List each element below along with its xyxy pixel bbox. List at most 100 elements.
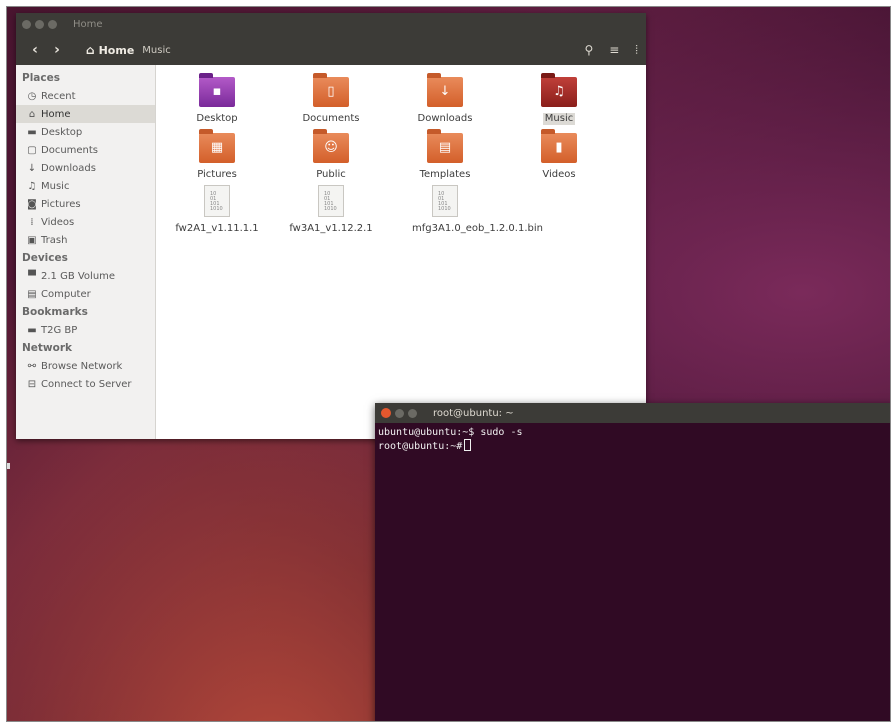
sidebar-header-bookmarks: Bookmarks <box>22 306 88 318</box>
file-item-documents[interactable]: ▯ Documents <box>276 73 386 125</box>
sidebar-item-label: Trash <box>41 234 68 246</box>
terminal-prompt: root@ubuntu:~# <box>378 441 463 452</box>
close-button[interactable] <box>22 19 31 29</box>
sidebar-header-network: Network <box>22 342 73 354</box>
desktop-background: Home ‹ › ⌂ Home Music ⚲ ≡ ⦙ Places ◷ Rece… <box>6 6 891 722</box>
maximize-button[interactable] <box>408 408 417 418</box>
terminal-titlebar[interactable]: root@ubuntu: ~ <box>375 403 890 423</box>
sidebar-item-browse-network[interactable]: ⚯ Browse Network <box>16 357 155 375</box>
sidebar-item-label: Downloads <box>41 162 96 174</box>
folder-icon: ☺ <box>313 129 349 163</box>
terminal-window[interactable]: root@ubuntu: ~ ubuntu@ubuntu:~$ sudo -s … <box>375 403 890 721</box>
window-title: Home <box>73 18 103 30</box>
file-name: fw3A1_v1.12.2.1 <box>289 223 373 234</box>
sidebar-item-label: Computer <box>41 288 91 300</box>
file-name: fw2A1_v1.11.1.1 <box>175 223 259 234</box>
sidebar-item-label: Recent <box>41 90 76 102</box>
server-icon: ⊟ <box>27 378 37 390</box>
file-name: Music <box>542 113 576 125</box>
file-name: Videos <box>542 169 576 180</box>
file-name: Templates <box>419 169 471 180</box>
sidebar-item-volume[interactable]: ▀ 2.1 GB Volume <box>16 267 155 285</box>
sidebar-item-home[interactable]: ⌂ Home <box>16 105 155 123</box>
clock-icon: ◷ <box>27 90 37 102</box>
file-name: Public <box>316 169 346 180</box>
file-manager-titlebar[interactable]: Home <box>16 13 646 35</box>
close-button[interactable] <box>381 408 391 418</box>
file-name: Downloads <box>417 113 473 124</box>
sidebar-item-music[interactable]: ♫ Music <box>16 177 155 195</box>
file-manager-window: Home ‹ › ⌂ Home Music ⚲ ≡ ⦙ Places ◷ Rece… <box>16 13 646 439</box>
breadcrumb-music[interactable]: Music <box>142 45 170 56</box>
sidebar-item-recent[interactable]: ◷ Recent <box>16 87 155 105</box>
download-icon: ↓ <box>27 162 37 174</box>
binary-file-icon: 10 01 101 1010 <box>318 185 344 217</box>
search-icon[interactable]: ⚲ <box>584 43 593 58</box>
sidebar-item-computer[interactable]: ▤ Computer <box>16 285 155 303</box>
breadcrumb-home-label: Home <box>98 43 135 57</box>
folder-icon: ♫ <box>541 73 577 107</box>
sidebar-item-label: Browse Network <box>41 360 123 372</box>
minimize-button[interactable] <box>35 19 44 29</box>
back-button[interactable]: ‹ <box>24 42 46 58</box>
network-icon: ⚯ <box>27 360 37 372</box>
file-name: mfg3A1.0_eob_1.2.0.1.bin <box>412 223 543 234</box>
sidebar-header-places: Places <box>22 72 60 84</box>
sidebar-item-connect-server[interactable]: ⊟ Connect to Server <box>16 375 155 393</box>
document-icon: ▢ <box>27 144 37 156</box>
binary-file-icon: 10 01 101 1010 <box>432 185 458 217</box>
terminal-prompt-line: root@ubuntu:~# <box>378 439 890 453</box>
minimize-button[interactable] <box>395 408 404 418</box>
terminal-cursor <box>464 439 472 451</box>
folder-icon: ▪ <box>199 73 235 107</box>
file-item-music[interactable]: ♫ Music <box>504 73 614 125</box>
home-icon: ⌂ <box>86 43 95 57</box>
file-manager-toolbar: ‹ › ⌂ Home Music ⚲ ≡ ⦙ <box>16 35 646 65</box>
sidebar-item-desktop[interactable]: ▬ Desktop <box>16 123 155 141</box>
launcher-indicator <box>7 463 10 469</box>
file-item-fw3a1[interactable]: 10 01 101 1010 fw3A1_v1.12.2.1 <box>276 185 386 235</box>
folder-icon: ▤ <box>427 129 463 163</box>
camera-icon: ◙ <box>27 198 37 210</box>
folder-icon: ▬ <box>27 324 37 336</box>
file-item-templates[interactable]: ▤ Templates <box>390 129 500 181</box>
sidebar-item-label: Documents <box>41 144 99 156</box>
sidebar-item-documents[interactable]: ▢ Documents <box>16 141 155 159</box>
file-item-fw2a1[interactable]: 10 01 101 1010 fw2A1_v1.11.1.1 <box>162 185 272 235</box>
sidebar-item-label: Desktop <box>41 126 83 138</box>
sidebar-item-downloads[interactable]: ↓ Downloads <box>16 159 155 177</box>
folder-icon: ↓ <box>427 73 463 107</box>
breadcrumb-home[interactable]: ⌂ Home <box>86 43 134 57</box>
file-item-desktop[interactable]: ▪ Desktop <box>162 73 272 125</box>
forward-button[interactable]: › <box>46 42 68 58</box>
folder-icon: ▮ <box>541 129 577 163</box>
file-name: Desktop <box>196 113 238 124</box>
sidebar-item-label: Connect to Server <box>41 378 132 390</box>
terminal-output[interactable]: ubuntu@ubuntu:~$ sudo -s root@ubuntu:~# <box>375 423 890 457</box>
sidebar-item-label: Home <box>41 108 71 120</box>
drive-icon: ▀ <box>28 270 36 282</box>
sidebar-item-trash[interactable]: ▣ Trash <box>16 231 155 249</box>
folder-icon: ▬ <box>27 126 37 138</box>
sidebar-header-devices: Devices <box>22 252 68 264</box>
sidebar-item-label: 2.1 GB Volume <box>41 270 116 282</box>
sidebar-item-bookmark[interactable]: ▬ T2G BP <box>16 321 155 339</box>
file-item-videos[interactable]: ▮ Videos <box>504 129 614 181</box>
file-view: ▪ Desktop ▯ Documents ↓ Downloads ♫ Musi… <box>156 65 646 439</box>
sidebar-item-label: Pictures <box>41 198 81 210</box>
file-item-pictures[interactable]: ▦ Pictures <box>162 129 272 181</box>
grid-view-icon[interactable]: ⦙ <box>635 43 638 58</box>
sidebar-item-videos[interactable]: ⁞ Videos <box>16 213 155 231</box>
file-item-mfg3a1[interactable]: 10 01 101 1010 mfg3A1.0_eob_1.2.0.1.bin <box>390 185 543 235</box>
sidebar-item-label: Music <box>41 180 70 192</box>
file-item-public[interactable]: ☺ Public <box>276 129 386 181</box>
home-icon: ⌂ <box>28 108 36 120</box>
list-view-icon[interactable]: ≡ <box>609 43 619 58</box>
file-name: Pictures <box>197 169 237 180</box>
maximize-button[interactable] <box>48 19 57 29</box>
terminal-title: root@ubuntu: ~ <box>433 407 514 419</box>
file-item-downloads[interactable]: ↓ Downloads <box>390 73 500 125</box>
sidebar-item-label: T2G BP <box>41 324 78 336</box>
sidebar-item-pictures[interactable]: ◙ Pictures <box>16 195 155 213</box>
terminal-line: ubuntu@ubuntu:~$ sudo -s <box>378 427 523 438</box>
